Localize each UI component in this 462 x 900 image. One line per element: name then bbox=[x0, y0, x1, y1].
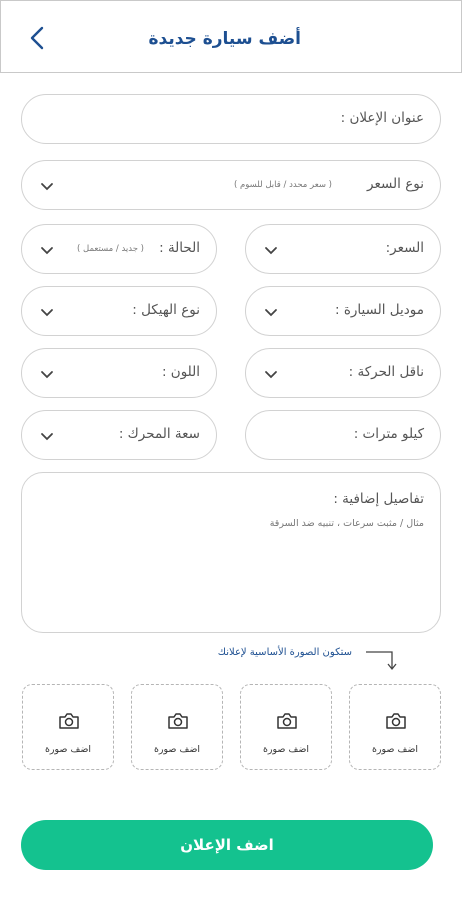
transmission-select[interactable]: ناقل الحركة : bbox=[245, 348, 441, 398]
price-type-hint: ( سعر محدد / قابل للسوم ) bbox=[233, 180, 332, 190]
ad-title-label: عنوان الإعلان : bbox=[340, 110, 424, 126]
kilometers-label: كيلو مترات : bbox=[353, 426, 424, 442]
price-label: السعر: bbox=[385, 240, 424, 256]
condition-hint: ( جديد / مستعمل ) bbox=[77, 244, 144, 254]
ad-title-input[interactable]: عنوان الإعلان : bbox=[21, 94, 441, 144]
car-model-label: موديل السيارة : bbox=[334, 302, 424, 318]
app-header: أضف سيارة جديدة bbox=[0, 0, 462, 73]
color-label: اللون : bbox=[161, 364, 200, 380]
condition-label: الحالة : bbox=[159, 240, 200, 256]
add-photo-label: اضف صورة bbox=[262, 744, 310, 755]
color-select[interactable]: اللون : bbox=[21, 348, 217, 398]
camera-icon bbox=[386, 713, 406, 729]
add-photo-slot-1[interactable]: اضف صورة bbox=[349, 684, 441, 770]
add-photo-slot-3[interactable]: اضف صورة bbox=[131, 684, 223, 770]
chevron-down-icon bbox=[41, 433, 53, 441]
details-label: تفاصيل إضافية : bbox=[333, 491, 424, 507]
car-model-select[interactable]: موديل السيارة : bbox=[245, 286, 441, 336]
add-photo-slot-2[interactable]: اضف صورة bbox=[240, 684, 332, 770]
page-title: أضف سيارة جديدة bbox=[148, 29, 301, 49]
chevron-down-icon bbox=[41, 309, 53, 317]
engine-capacity-label: سعة المحرك : bbox=[118, 426, 200, 442]
price-type-select[interactable]: نوع السعر ( سعر محدد / قابل للسوم ) bbox=[21, 160, 441, 210]
main-photo-note: ستكون الصورة الأساسية لإعلانك bbox=[217, 647, 352, 658]
chevron-down-icon bbox=[41, 183, 53, 191]
submit-ad-button[interactable]: اضف الإعلان bbox=[21, 820, 433, 870]
transmission-label: ناقل الحركة : bbox=[348, 364, 424, 380]
chevron-down-icon bbox=[41, 371, 53, 379]
price-select[interactable]: السعر: bbox=[245, 224, 441, 274]
body-type-select[interactable]: نوع الهيكل : bbox=[21, 286, 217, 336]
camera-icon bbox=[59, 713, 79, 729]
add-photo-label: اضف صورة bbox=[153, 744, 201, 755]
body-type-label: نوع الهيكل : bbox=[132, 302, 200, 318]
add-photo-label: اضف صورة bbox=[371, 744, 419, 755]
add-photo-label: اضف صورة bbox=[44, 744, 92, 755]
camera-icon bbox=[168, 713, 188, 729]
chevron-down-icon bbox=[265, 247, 277, 255]
down-arrow-icon bbox=[366, 651, 397, 671]
chevron-left-icon bbox=[30, 26, 44, 50]
add-photo-slot-4[interactable]: اضف صورة bbox=[22, 684, 114, 770]
condition-select[interactable]: الحالة : ( جديد / مستعمل ) bbox=[21, 224, 217, 274]
chevron-down-icon bbox=[265, 309, 277, 317]
chevron-down-icon bbox=[41, 247, 53, 255]
details-textarea[interactable]: تفاصيل إضافية : مثال / مثبت سرعات ، تنبي… bbox=[21, 472, 441, 633]
price-type-label: نوع السعر bbox=[367, 176, 424, 192]
chevron-down-icon bbox=[265, 371, 277, 379]
camera-icon bbox=[277, 713, 297, 729]
engine-capacity-select[interactable]: سعة المحرك : bbox=[21, 410, 217, 460]
details-placeholder: مثال / مثبت سرعات ، تنبيه ضد السرقة bbox=[269, 518, 424, 529]
back-button[interactable] bbox=[23, 23, 53, 53]
kilometers-input[interactable]: كيلو مترات : bbox=[245, 410, 441, 460]
